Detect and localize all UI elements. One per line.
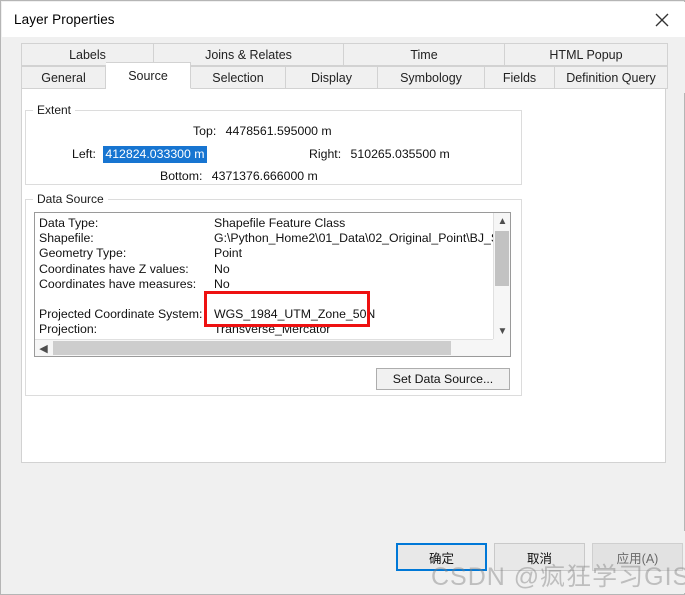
horizontal-scrollbar-thumb[interactable] [53, 341, 451, 355]
apply-button[interactable]: 应用(A) [592, 543, 683, 571]
tab-label: Selection [212, 70, 264, 85]
tab-label: General [41, 70, 86, 85]
set-data-source-label: Set Data Source... [392, 372, 494, 386]
layer-properties-dialog: Layer Properties Labels Joins & Relates … [0, 0, 685, 595]
cancel-button[interactable]: 取消 [494, 543, 585, 571]
tab-symbology[interactable]: Symbology [378, 66, 485, 89]
property-value: Transverse_Mercator [214, 322, 331, 337]
property-key: Coordinates have measures: [39, 276, 197, 291]
tab-label: Definition Query [566, 70, 656, 85]
extent-group-label: Extent [33, 103, 76, 117]
tab-label: Joins & Relates [205, 47, 292, 62]
vertical-scrollbar[interactable]: ▲ ▼ [493, 213, 510, 340]
tab-label: Labels [69, 47, 106, 62]
tab-label: Display [311, 70, 352, 85]
ok-button[interactable]: 确定 [396, 543, 487, 571]
property-key: Projected Coordinate System: [39, 307, 203, 322]
set-data-source-button[interactable]: Set Data Source... [376, 368, 510, 390]
tab-general[interactable]: General [21, 66, 106, 89]
extent-top-value[interactable]: 4478561.595000 m [226, 124, 332, 138]
close-button[interactable] [639, 2, 685, 37]
tab-label: Symbology [400, 70, 462, 85]
property-value: Point [214, 246, 243, 261]
property-key: Shapefile: [39, 231, 94, 246]
page-title: Layer Properties [14, 12, 115, 27]
list-separator [39, 292, 491, 307]
horizontal-scrollbar[interactable]: ◀ ▶ [35, 339, 510, 356]
tab-definition-query[interactable]: Definition Query [555, 66, 668, 89]
property-key: Coordinates have Z values: [39, 261, 189, 276]
data-source-properties-list: Data Type: Shapefile Feature Class Shape… [39, 216, 510, 356]
chevron-up-icon[interactable]: ▲ [494, 213, 510, 230]
source-tab-panel: Extent Top: 4478561.595000 m Left: 41282… [21, 88, 666, 463]
title-bar: Layer Properties [2, 2, 685, 37]
extent-bottom-label: Bottom: [160, 169, 203, 183]
extent-left-field: Left: 412824.033300 m [72, 146, 207, 163]
extent-group: Extent Top: 4478561.595000 m Left: 41282… [25, 103, 522, 185]
tab-row-lower: General Source Selection Display Symbolo… [21, 62, 668, 89]
extent-top-label: Top: [193, 124, 217, 138]
chevron-left-icon[interactable]: ◀ [35, 340, 52, 356]
tab-html-popup[interactable]: HTML Popup [505, 43, 668, 66]
tab-label: Source [128, 68, 168, 83]
data-source-group-label: Data Source [33, 192, 108, 206]
tab-label: Fields [502, 70, 537, 85]
extent-right-label: Right: [309, 147, 342, 161]
list-item: Projection: Transverse_Mercator [39, 322, 491, 337]
property-key: Projection: [39, 322, 98, 337]
extent-bottom-field: Bottom: 4371376.666000 m [160, 169, 318, 183]
dialog-footer: 确定 取消 应用(A) [2, 531, 685, 593]
ok-button-label: 确定 [428, 551, 454, 566]
vertical-scrollbar-thumb[interactable] [495, 231, 509, 286]
cancel-button-label: 取消 [526, 551, 552, 566]
extent-top-field: Top: 4478561.595000 m [193, 124, 332, 138]
tab-strip: Labels Joins & Relates Time HTML Popup G… [2, 37, 685, 93]
extent-left-value[interactable]: 412824.033300 m [103, 146, 207, 163]
list-item: Coordinates have Z values: No [39, 262, 491, 277]
list-item: Data Type: Shapefile Feature Class [39, 216, 491, 231]
tab-selection[interactable]: Selection [191, 66, 286, 89]
extent-left-label: Left: [72, 147, 96, 161]
property-value: No [214, 261, 230, 276]
data-source-listbox[interactable]: Data Type: Shapefile Feature Class Shape… [34, 212, 511, 357]
tab-time[interactable]: Time [344, 43, 505, 66]
list-item: Shapefile: G:\Python_Home2\01_Data\02_Or… [39, 231, 510, 246]
chevron-down-icon[interactable]: ▼ [494, 323, 510, 340]
extent-right-value[interactable]: 510265.035500 m [351, 147, 450, 161]
apply-button-label: 应用(A) [616, 551, 659, 566]
list-item: Projected Coordinate System: WGS_1984_UT… [39, 307, 491, 322]
property-value: WGS_1984_UTM_Zone_50N [214, 307, 376, 322]
tab-source[interactable]: Source [106, 62, 191, 89]
tab-display[interactable]: Display [286, 66, 378, 89]
list-item: Geometry Type: Point [39, 246, 491, 261]
property-value: Shapefile Feature Class [214, 216, 346, 230]
tab-label: Time [410, 47, 438, 62]
tab-fields[interactable]: Fields [485, 66, 555, 89]
property-value: No [214, 276, 230, 291]
tab-label: HTML Popup [549, 47, 623, 62]
property-key: Data Type: [39, 216, 99, 230]
list-item: Coordinates have measures: No [39, 277, 491, 292]
close-icon [655, 13, 669, 26]
extent-right-field: Right: 510265.035500 m [309, 147, 450, 161]
property-key: Geometry Type: [39, 246, 127, 261]
extent-bottom-value[interactable]: 4371376.666000 m [212, 169, 318, 183]
scrollbar-corner [493, 339, 510, 356]
property-value: G:\Python_Home2\01_Data\02_Original_Poin… [214, 231, 511, 246]
data-source-group: Data Source Data Type: Shapefile Feature… [25, 192, 522, 396]
